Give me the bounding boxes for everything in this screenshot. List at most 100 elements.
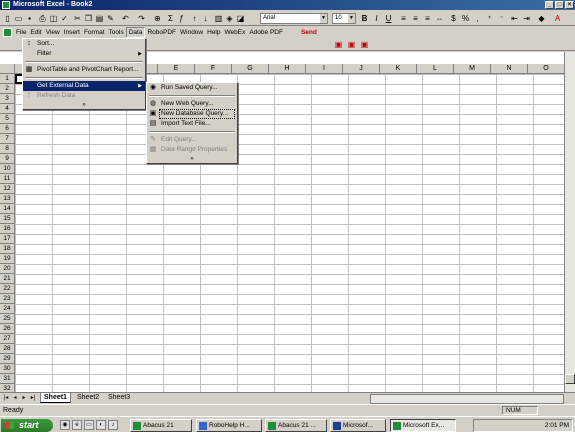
column-header[interactable]: N — [491, 64, 528, 74]
select-all-corner[interactable] — [0, 64, 15, 74]
paste-function-icon[interactable]: ƒ — [176, 13, 187, 24]
fill-color-icon[interactable]: ◆ — [536, 13, 547, 24]
start-button[interactable]: start — [1, 419, 53, 432]
taskbar-button[interactable]: Abacus 21 — [130, 419, 192, 432]
row-header[interactable]: 26 — [0, 324, 15, 334]
close-button[interactable]: × — [565, 1, 574, 9]
menu-item-import-text-file[interactable]: ▤ Import Text File... — [147, 119, 237, 129]
row-header[interactable]: 3 — [0, 94, 15, 104]
first-sheet-icon[interactable]: |◂ — [2, 394, 10, 403]
row-header[interactable]: 20 — [0, 264, 15, 274]
align-right-icon[interactable]: ≡ — [422, 13, 433, 24]
format-painter-icon[interactable]: ✎ — [105, 13, 116, 24]
italic-icon[interactable]: I — [371, 13, 382, 24]
menu-adobe-pdf[interactable]: Adobe PDF — [247, 27, 285, 38]
menu-robopdf[interactable]: RoboPDF — [145, 27, 178, 38]
menu-window[interactable]: Window — [178, 27, 205, 38]
undo-icon[interactable]: ↶ — [120, 13, 131, 24]
column-header[interactable]: I — [306, 64, 343, 74]
row-header[interactable]: 24 — [0, 304, 15, 314]
menu-edit[interactable]: Edit — [28, 27, 43, 38]
taskbar-button[interactable]: Microsof... — [330, 419, 386, 432]
row-header[interactable]: 31 — [0, 374, 15, 384]
chevron-down-icon[interactable]: ▼ — [348, 14, 355, 23]
underline-icon[interactable]: U — [383, 13, 394, 24]
desktop-icon[interactable]: ▭ — [84, 420, 94, 430]
column-header[interactable]: J — [343, 64, 380, 74]
menu-webex[interactable]: WebEx — [223, 27, 248, 38]
bold-icon[interactable]: B — [359, 13, 370, 24]
row-header[interactable]: 14 — [0, 204, 15, 214]
quicklaunch-icon[interactable]: ◐ — [96, 420, 106, 430]
menu-item-filter[interactable]: Filter ▶ — [23, 49, 145, 59]
taskbar-button-active[interactable]: Microsoft Ex... — [390, 419, 456, 432]
row-header[interactable]: 4 — [0, 104, 15, 114]
menu-data[interactable]: Data — [125, 27, 146, 38]
workbook-icon[interactable] — [3, 28, 12, 37]
redo-icon[interactable]: ↷ — [136, 13, 147, 24]
row-header[interactable]: 2 — [0, 84, 15, 94]
align-center-icon[interactable]: ≡ — [410, 13, 421, 24]
row-header[interactable]: 10 — [0, 164, 15, 174]
pdf-email-icon[interactable]: ▣ — [346, 39, 357, 50]
row-header[interactable]: 12 — [0, 184, 15, 194]
menu-expand-icon[interactable]: » — [23, 101, 145, 109]
sort-descending-icon[interactable]: ↓ — [200, 13, 211, 24]
row-header[interactable]: 9 — [0, 154, 15, 164]
autosum-icon[interactable]: Σ — [165, 13, 176, 24]
row-header[interactable]: 7 — [0, 134, 15, 144]
save-icon[interactable]: ▪ — [24, 13, 35, 24]
prev-sheet-icon[interactable]: ◂ — [11, 394, 19, 403]
taskbar-button[interactable]: RoboHelp H... — [196, 419, 262, 432]
row-header[interactable]: 5 — [0, 114, 15, 124]
map-icon[interactable]: ◈ — [224, 13, 235, 24]
taskbar-button[interactable]: Abacus 21 ... — [265, 419, 327, 432]
align-left-icon[interactable]: ≡ — [398, 13, 409, 24]
maximize-button[interactable]: □ — [555, 1, 564, 9]
row-header[interactable]: 28 — [0, 344, 15, 354]
comma-icon[interactable]: , — [472, 13, 483, 24]
send-button[interactable]: Send — [299, 27, 319, 38]
print-icon[interactable]: ⎙ — [37, 13, 48, 24]
minimize-button[interactable]: _ — [545, 1, 554, 9]
row-header[interactable]: 30 — [0, 364, 15, 374]
currency-icon[interactable]: $ — [448, 13, 459, 24]
column-header[interactable]: K — [380, 64, 417, 74]
row-header[interactable]: 6 — [0, 124, 15, 134]
font-name-combo[interactable]: Arial ▼ — [260, 13, 328, 24]
row-header[interactable]: 17 — [0, 234, 15, 244]
quicklaunch-icon[interactable]: ♪ — [108, 420, 118, 430]
sheet-tab-3[interactable]: Sheet3 — [105, 393, 133, 403]
next-sheet-icon[interactable]: ▸ — [20, 394, 28, 403]
increase-indent-icon[interactable]: ⇥ — [521, 13, 532, 24]
vertical-scrollbar[interactable] — [564, 52, 575, 392]
sort-ascending-icon[interactable]: ↑ — [189, 13, 200, 24]
copy-icon[interactable]: ❐ — [83, 13, 94, 24]
sheet-tab-1[interactable]: Sheet1 — [40, 393, 71, 403]
menu-item-run-saved-query[interactable]: ◉ Run Saved Query... — [147, 83, 237, 93]
row-header[interactable]: 32 — [0, 384, 15, 392]
column-header[interactable]: H — [269, 64, 306, 74]
row-header[interactable]: 18 — [0, 244, 15, 254]
cut-icon[interactable]: ✂ — [72, 13, 83, 24]
row-header[interactable]: 13 — [0, 194, 15, 204]
open-folder-icon[interactable]: ▭ — [13, 13, 24, 24]
paste-icon[interactable]: ▤ — [94, 13, 105, 24]
menu-tools[interactable]: Tools — [107, 27, 126, 38]
row-header[interactable]: 25 — [0, 314, 15, 324]
row-header[interactable]: 11 — [0, 174, 15, 184]
row-header[interactable]: 8 — [0, 144, 15, 154]
chevron-down-icon[interactable]: ▼ — [320, 14, 327, 23]
last-sheet-icon[interactable]: ▸| — [29, 394, 37, 403]
ie-icon[interactable]: e — [72, 420, 82, 430]
row-header[interactable]: 29 — [0, 354, 15, 364]
row-header[interactable]: 21 — [0, 274, 15, 284]
menu-item-pivottable[interactable]: ▦ PivotTable and PivotChart Report... — [23, 65, 145, 75]
pdf-convert-icon[interactable]: ▣ — [333, 39, 344, 50]
menu-insert[interactable]: Insert — [62, 27, 82, 38]
menu-format[interactable]: Format — [82, 27, 107, 38]
row-header[interactable]: 19 — [0, 254, 15, 264]
menu-file[interactable]: File — [14, 27, 28, 38]
row-header[interactable]: 23 — [0, 294, 15, 304]
font-color-icon[interactable]: A — [552, 13, 563, 24]
